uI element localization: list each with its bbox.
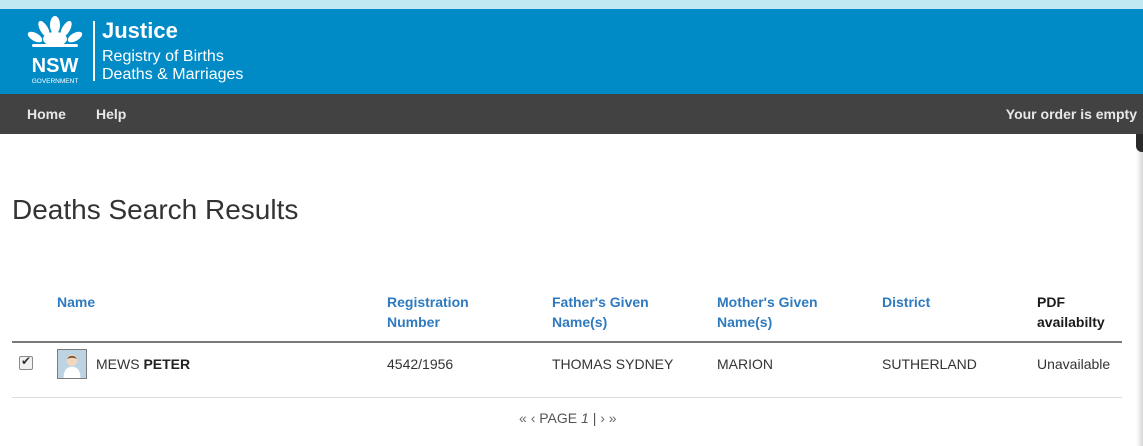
pager-label: PAGE [539,410,578,426]
column-header-father-given-names[interactable]: Father's Given Name(s) [552,292,649,332]
nav-home-link[interactable]: Home [27,106,66,122]
site-header: NSW GOVERNMENT Justice Registry of Birth… [0,9,1143,94]
brand-title: Justice [102,18,178,43]
column-header-pdf-line1: PDF [1037,294,1065,310]
column-header-pdf-line2: availabilty [1037,314,1105,330]
column-header-district-label: District [882,294,931,310]
table-header-divider [12,341,1122,343]
pagination: « ‹ PAGE 1 | › » [519,410,617,426]
pager-first-button[interactable]: « [519,410,527,426]
column-header-registration-line1: Registration [387,294,469,310]
logo-subtext: GOVERNMENT [32,78,79,85]
page-edge-corner [1136,134,1143,152]
page-edge-shadow [1136,134,1143,446]
row-select-checkbox[interactable]: ✔ [19,354,33,370]
row-surname: MEWS [96,356,140,372]
column-header-registration-line2: Number [387,314,440,330]
page-title: Deaths Search Results [12,194,299,225]
top-accent-strip [0,0,1143,9]
row-given-name: PETER [143,356,191,372]
pager-next-button[interactable]: › [600,410,605,426]
column-header-mother-line2: Name(s) [717,314,773,330]
column-header-father-line1: Father's Given [552,294,649,310]
column-header-name[interactable]: Name [57,292,95,312]
checkmark-icon: ✔ [21,354,32,368]
row-registration-number: 4542/1956 [387,356,454,372]
column-header-name-label: Name [57,294,96,310]
row-person-name[interactable]: MEWS PETER [96,356,190,372]
brand-subtitle-line2: Deaths & Marriages [102,66,244,83]
column-header-mother-given-names[interactable]: Mother's Given Name(s) [717,292,818,332]
main-navbar: Home Help Your order is empty [0,94,1143,134]
table-row-divider [12,397,1122,398]
nsw-waratah-logo[interactable]: NSW GOVERNMENT [24,15,86,87]
logo-text: NSW [32,55,79,77]
pager-last-button[interactable]: » [609,410,617,426]
column-header-pdf-availability: PDF availabilty [1037,292,1105,332]
column-header-district[interactable]: District [882,292,930,312]
logo-divider [93,21,95,81]
column-header-father-line2: Name(s) [552,314,608,330]
person-avatar-icon [57,349,87,379]
row-pdf-availability: Unavailable [1037,356,1111,372]
column-header-registration-number[interactable]: Registration Number [387,292,469,332]
pager-separator: | [592,410,597,426]
pager-current-page: 1 [581,410,589,426]
order-status-link[interactable]: Your order is empty [1006,106,1137,122]
row-father-names: THOMAS SYDNEY [552,356,674,372]
column-header-mother-line1: Mother's Given [717,294,818,310]
brand-subtitle-line1: Registry of Births [102,48,224,65]
pager-prev-button[interactable]: ‹ [531,410,536,426]
nav-help-link[interactable]: Help [96,106,126,122]
row-mother-names: MARION [717,356,773,372]
row-district: SUTHERLAND [882,356,977,372]
